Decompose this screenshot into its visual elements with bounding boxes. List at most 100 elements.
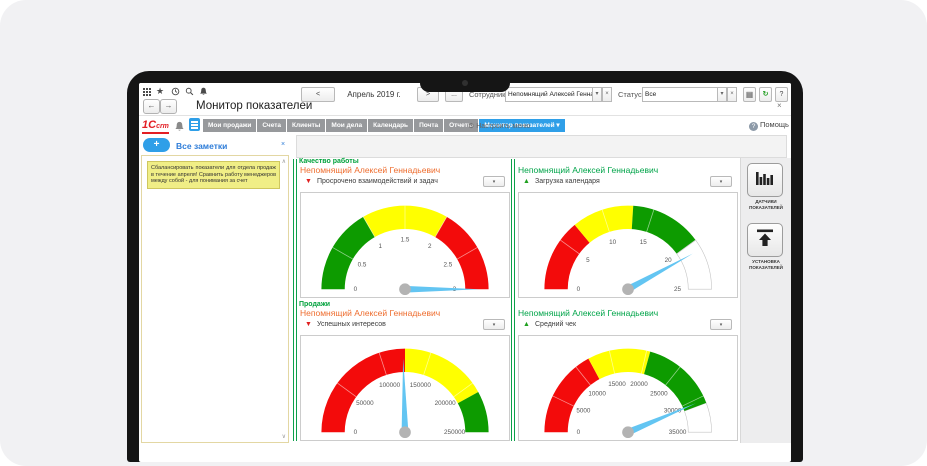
status-input[interactable]: Все <box>642 87 718 102</box>
employee-clear-icon[interactable]: × <box>602 87 612 102</box>
notes-header: + Все заметки × <box>139 135 294 155</box>
laptop-screen: ★ ← → Монитор показателей × 1Сcrm <box>139 83 791 462</box>
svg-text:0: 0 <box>354 286 358 293</box>
configure-menu-label: Настроить меню <box>476 123 530 130</box>
help-label: Помощь <box>760 120 789 129</box>
svg-text:20000: 20000 <box>630 381 648 388</box>
svg-text:2.5: 2.5 <box>444 261 453 268</box>
gauge-title[interactable]: Загрузка календаря <box>535 178 600 185</box>
gauge-title[interactable]: Просрочено взаимодействий и задач <box>317 178 438 185</box>
tab-Почта[interactable]: Почта <box>414 119 443 132</box>
history-clock-icon[interactable] <box>170 87 180 97</box>
help-icon: ? <box>749 122 758 131</box>
page-title: Монитор показателей <box>196 100 312 112</box>
trend-up-icon: ▲ <box>523 178 530 186</box>
help-small-button[interactable]: ? <box>775 87 788 102</box>
set-indicators-button[interactable] <box>747 223 783 257</box>
svg-text:50000: 50000 <box>356 400 374 407</box>
logo-crm: crm <box>156 123 169 130</box>
svg-text:2: 2 <box>428 243 432 250</box>
gauge-owner[interactable]: Непомнящий Алексей Геннадьевич <box>518 308 658 318</box>
svg-text:250000: 250000 <box>444 429 466 436</box>
tab-Мои дела[interactable]: Мои дела <box>326 119 367 132</box>
gauge-owner[interactable]: Непомнящий Алексей Геннадьевич <box>518 165 658 175</box>
svg-text:10: 10 <box>609 239 617 246</box>
collapse-button[interactable]: ▾ <box>710 319 732 330</box>
svg-text:200000: 200000 <box>435 400 457 407</box>
bell-icon[interactable] <box>198 87 208 97</box>
notes-panel: Сбалансировать показатели для отдела про… <box>141 155 289 443</box>
gauge-chart: 00.511.522.53 <box>300 192 510 298</box>
laptop-notch <box>420 71 510 92</box>
gauge-title[interactable]: Средний чек <box>535 321 576 328</box>
svg-text:1: 1 <box>378 243 382 250</box>
scroll-up-icon[interactable]: ∧ <box>282 158 286 165</box>
svg-text:5000: 5000 <box>576 408 591 415</box>
svg-text:0: 0 <box>354 429 358 436</box>
collapse-button[interactable]: ▾ <box>483 319 505 330</box>
collapse-button[interactable]: ▾ <box>710 176 732 187</box>
apps-grid-icon[interactable] <box>143 88 145 90</box>
gauge-chart: 0510152025 <box>518 192 738 298</box>
1c-crm-logo: 1Сcrm <box>142 118 169 134</box>
group-accent-line <box>511 159 515 441</box>
gauge-owner[interactable]: Непомнящий Алексей Геннадьевич <box>300 308 440 318</box>
svg-text:100000: 100000 <box>379 382 401 389</box>
collapse-button[interactable]: ▾ <box>483 176 505 187</box>
close-icon[interactable]: × <box>777 101 782 110</box>
tab-Календарь[interactable]: Календарь <box>368 119 413 132</box>
forward-button[interactable]: → <box>160 99 177 114</box>
menu-bar: 1Сcrm Мои продажиСчетаКлиентыМои делаКал… <box>139 116 791 135</box>
notes-close-icon[interactable]: × <box>281 141 285 148</box>
status-dropdown-icon[interactable]: ▾ <box>717 87 727 102</box>
star-icon[interactable]: ★ <box>155 86 165 96</box>
action-panel: ДАТЧИКИ ПОКАЗАТЕЛЕЙ УСТАНОВКА ПОКАЗАТЕЛЕ… <box>740 158 791 443</box>
svg-text:150000: 150000 <box>410 382 432 389</box>
svg-text:10000: 10000 <box>588 390 606 397</box>
clipboard-icon[interactable] <box>189 118 200 131</box>
svg-text:15: 15 <box>640 239 648 246</box>
svg-text:1.5: 1.5 <box>401 237 410 244</box>
search-icon[interactable] <box>184 87 194 97</box>
status-label: Статус: <box>618 90 644 99</box>
set-indicators-caption: УСТАНОВКА ПОКАЗАТЕЛЕЙ <box>741 259 791 270</box>
table-settings-button[interactable]: ▦ <box>743 87 756 102</box>
notes-title: Все заметки <box>176 141 227 151</box>
svg-text:35000: 35000 <box>669 429 687 436</box>
scroll-down-icon[interactable]: ∨ <box>282 433 286 440</box>
laptop-camera <box>462 80 468 86</box>
period-label: Апрель 2019 г. <box>335 90 413 99</box>
tab-Клиенты[interactable]: Клиенты <box>287 119 325 132</box>
configure-menu-button[interactable]: ⚙ Настроить меню <box>468 122 530 130</box>
svg-text:0: 0 <box>577 286 581 293</box>
add-note-button[interactable]: + <box>143 138 170 152</box>
sticky-note[interactable]: Сбалансировать показатели для отдела про… <box>147 161 280 189</box>
prev-period-button[interactable]: < <box>301 87 335 102</box>
section-sales-label: Продажи <box>299 301 330 308</box>
help-button[interactable]: ?Помощь <box>749 120 789 131</box>
employee-input[interactable]: Непомнящий Алексей Геннадьевич <box>505 87 593 102</box>
bar-chart-icon <box>755 168 775 188</box>
caption-line: ПОКАЗАТЕЛЕЙ <box>741 205 791 211</box>
svg-text:0: 0 <box>577 429 581 436</box>
logo-1c: 1С <box>142 119 156 131</box>
tab-Мои продажи[interactable]: Мои продажи <box>203 119 256 132</box>
employee-dropdown-icon[interactable]: ▾ <box>592 87 602 102</box>
refresh-button[interactable]: ↻ <box>759 87 772 102</box>
gauge-chart: 0 50000 100000 150000 200000 250000 <box>300 335 510 441</box>
gear-icon: ⚙ <box>468 123 474 130</box>
gauges-view-caption: ДАТЧИКИ ПОКАЗАТЕЛЕЙ <box>741 199 791 210</box>
background-card: ★ ← → Монитор показателей × 1Сcrm <box>0 0 927 466</box>
gauge-owner[interactable]: Непомнящий Алексей Геннадьевич <box>300 165 440 175</box>
svg-text:0.5: 0.5 <box>358 261 367 268</box>
upload-arrow-icon <box>755 228 775 248</box>
gauge-chart: 05000100001500020000250003000035000 <box>518 335 738 441</box>
trend-up-icon: ▲ <box>523 321 530 329</box>
back-button[interactable]: ← <box>143 99 160 114</box>
status-clear-icon[interactable]: × <box>727 87 737 102</box>
gauges-view-button[interactable] <box>747 163 783 197</box>
laptop-frame: ★ ← → Монитор показателей × 1Сcrm <box>127 71 803 462</box>
trend-down-icon: ▼ <box>305 321 312 329</box>
gauge-title[interactable]: Успешных интересов <box>317 321 386 328</box>
tab-Счета[interactable]: Счета <box>257 119 286 132</box>
